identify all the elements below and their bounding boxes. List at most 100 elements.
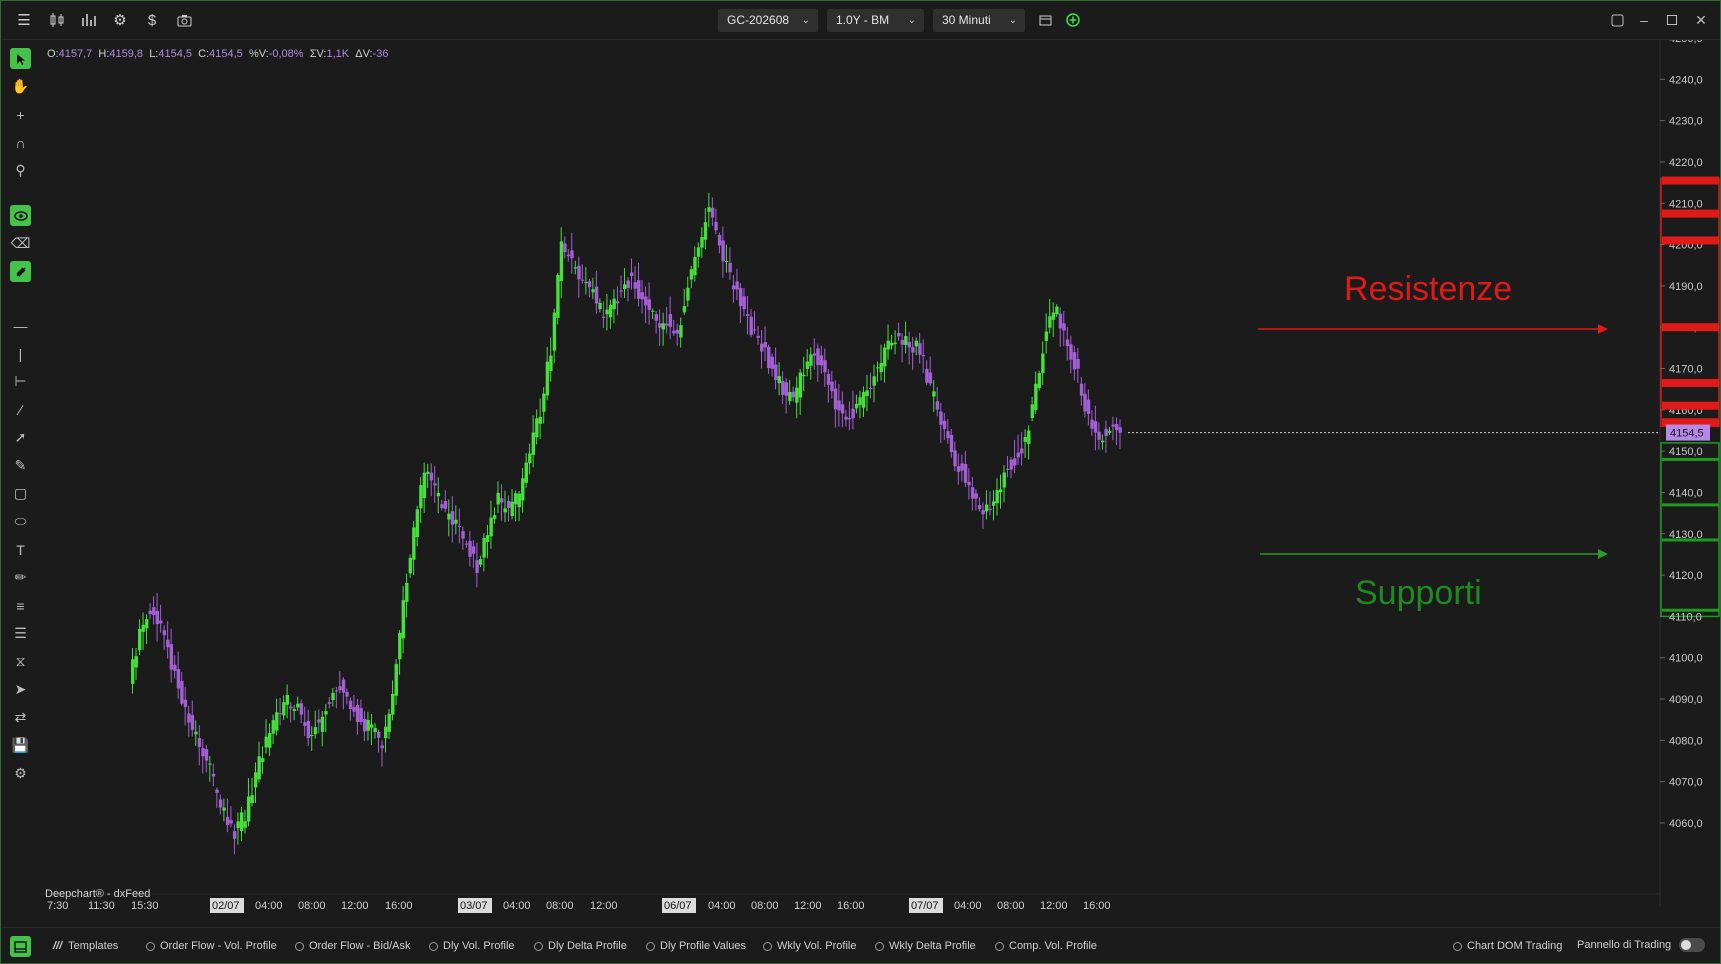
- candle-body: [1072, 352, 1077, 370]
- text-icon[interactable]: T: [10, 539, 31, 560]
- toggle-switch[interactable]: [1679, 938, 1706, 952]
- resistance-level-bar: [1662, 401, 1719, 410]
- candle-body: [436, 492, 441, 497]
- panel-toggle-icon[interactable]: [10, 936, 31, 957]
- candle-body: [482, 537, 486, 558]
- trading-panel-toggle[interactable]: Pannello di Trading: [1577, 938, 1706, 952]
- candles-icon[interactable]: [47, 10, 67, 30]
- candle-body: [176, 669, 181, 689]
- high-label: H:: [98, 48, 110, 60]
- vertical-line-icon[interactable]: |: [10, 343, 31, 364]
- candle-body: [598, 302, 602, 310]
- bottom-toolbar: /// Templates Order Flow - Vol. Profile …: [0, 927, 1721, 964]
- horizontal-line-icon[interactable]: —: [10, 315, 31, 336]
- candle-body: [215, 789, 219, 793]
- candle-body: [271, 720, 275, 734]
- radio-icon: [763, 941, 772, 951]
- candle-body: [717, 234, 722, 246]
- rectangle-icon[interactable]: ▢: [10, 483, 31, 504]
- menu-icon[interactable]: ☰: [14, 10, 34, 30]
- ruler-icon[interactable]: ✎: [10, 455, 31, 476]
- projection-icon[interactable]: ➤: [10, 679, 31, 700]
- period-dropdown[interactable]: 1.0Y - BM ⌄: [827, 9, 924, 32]
- candle-body: [299, 703, 304, 715]
- ellipse-icon[interactable]: ⬭: [10, 511, 31, 532]
- pencil-icon[interactable]: ✏: [10, 567, 31, 588]
- candle-body: [549, 355, 553, 372]
- zoom-icon[interactable]: ⚲: [10, 160, 31, 181]
- candle-body: [651, 310, 655, 312]
- candle-body: [826, 373, 831, 385]
- price-chart[interactable]: 4250,04240,04230,04220,04210,04200,04190…: [41, 40, 1721, 927]
- candle-body: [401, 600, 405, 639]
- fib-extension-icon[interactable]: ☰: [10, 623, 31, 644]
- candle-body: [369, 724, 374, 728]
- template-wkly-vol-profile[interactable]: Wkly Vol. Profile: [763, 940, 856, 952]
- last-price-label: 4154,5: [1670, 428, 1704, 440]
- timeframe-dropdown[interactable]: 30 Minuti ⌄: [933, 9, 1025, 32]
- template-order-flow-vol-profile[interactable]: Order Flow - Vol. Profile: [146, 940, 277, 952]
- eye-icon[interactable]: [10, 205, 31, 226]
- pct-change-value: -0,08%: [268, 48, 304, 60]
- drawing-settings-icon[interactable]: ⚙: [10, 763, 31, 784]
- indicators-icon[interactable]: [79, 10, 99, 30]
- template-dly-profile-values[interactable]: Dly Profile Values: [646, 940, 746, 952]
- symbol-dropdown[interactable]: GC-202608 ⌄: [718, 9, 818, 32]
- candle-body: [686, 287, 690, 301]
- magnet-icon[interactable]: ∩: [10, 132, 31, 153]
- candle-body: [812, 353, 817, 356]
- candle-body: [644, 296, 648, 306]
- candle-body: [914, 340, 919, 347]
- template-order-flow-bid-ask[interactable]: Order Flow - Bid/Ask: [295, 940, 410, 952]
- time-tick-label: 12:00: [590, 900, 618, 912]
- candle-body: [724, 260, 729, 262]
- candle-body: [317, 719, 321, 723]
- candle-body: [461, 531, 465, 539]
- minimize-icon[interactable]: –: [1633, 10, 1655, 30]
- close-icon[interactable]: ✕: [1690, 10, 1712, 30]
- calendar-icon[interactable]: [1035, 10, 1055, 30]
- template-save-icon[interactable]: 💾: [10, 735, 31, 756]
- settings-gear-icon[interactable]: ⚙: [110, 10, 130, 30]
- candle-body: [285, 694, 290, 705]
- chart-dom-trading-option[interactable]: Chart DOM Trading: [1453, 940, 1562, 952]
- trend-line-icon[interactable]: ∕: [10, 399, 31, 420]
- hand-icon[interactable]: ✋: [10, 76, 31, 97]
- candle-body: [187, 713, 191, 723]
- period-value: 1.0Y - BM: [836, 13, 890, 27]
- template-wkly-delta-profile[interactable]: Wkly Delta Profile: [875, 940, 976, 952]
- fibonacci-icon[interactable]: ≡: [10, 595, 31, 616]
- range-tool-icon[interactable]: ⇄: [10, 707, 31, 728]
- candle-body: [570, 250, 574, 259]
- candle-body: [784, 382, 789, 396]
- layout-icon[interactable]: [1606, 10, 1628, 30]
- ray-line-icon[interactable]: ➚: [10, 427, 31, 448]
- candle-body: [1114, 424, 1119, 430]
- y-tick-label: 4110,0: [1669, 611, 1702, 623]
- candle-body: [819, 355, 824, 366]
- pointer-icon[interactable]: [10, 48, 31, 69]
- candle-body: [679, 325, 683, 338]
- candle-body: [253, 772, 258, 788]
- dollar-icon[interactable]: $: [142, 10, 162, 30]
- eraser-icon[interactable]: ⌫: [10, 233, 31, 254]
- crosshair-icon[interactable]: +: [10, 104, 31, 125]
- template-dly-delta-profile[interactable]: Dly Delta Profile: [534, 940, 627, 952]
- add-chart-icon[interactable]: [1063, 10, 1083, 30]
- candle-body: [566, 254, 571, 257]
- lock-drawings-icon[interactable]: [10, 261, 31, 282]
- candle-body: [830, 381, 834, 392]
- template-dly-vol-profile[interactable]: Dly Vol. Profile: [429, 940, 515, 952]
- candle-body: [232, 831, 237, 839]
- candle-body: [953, 450, 957, 467]
- templates-button[interactable]: /// Templates: [53, 940, 118, 952]
- template-comp-vol-profile[interactable]: Comp. Vol. Profile: [995, 940, 1097, 952]
- volume-profile-tool-icon[interactable]: ⧖: [10, 651, 31, 672]
- camera-icon[interactable]: [174, 10, 194, 30]
- maximize-icon[interactable]: [1661, 10, 1683, 30]
- horizontal-ray-icon[interactable]: ⊢: [10, 371, 31, 392]
- candle-body: [630, 272, 634, 277]
- date-tick-label: 07/07: [911, 900, 939, 912]
- candle-body: [475, 560, 479, 573]
- candle-body: [935, 401, 940, 410]
